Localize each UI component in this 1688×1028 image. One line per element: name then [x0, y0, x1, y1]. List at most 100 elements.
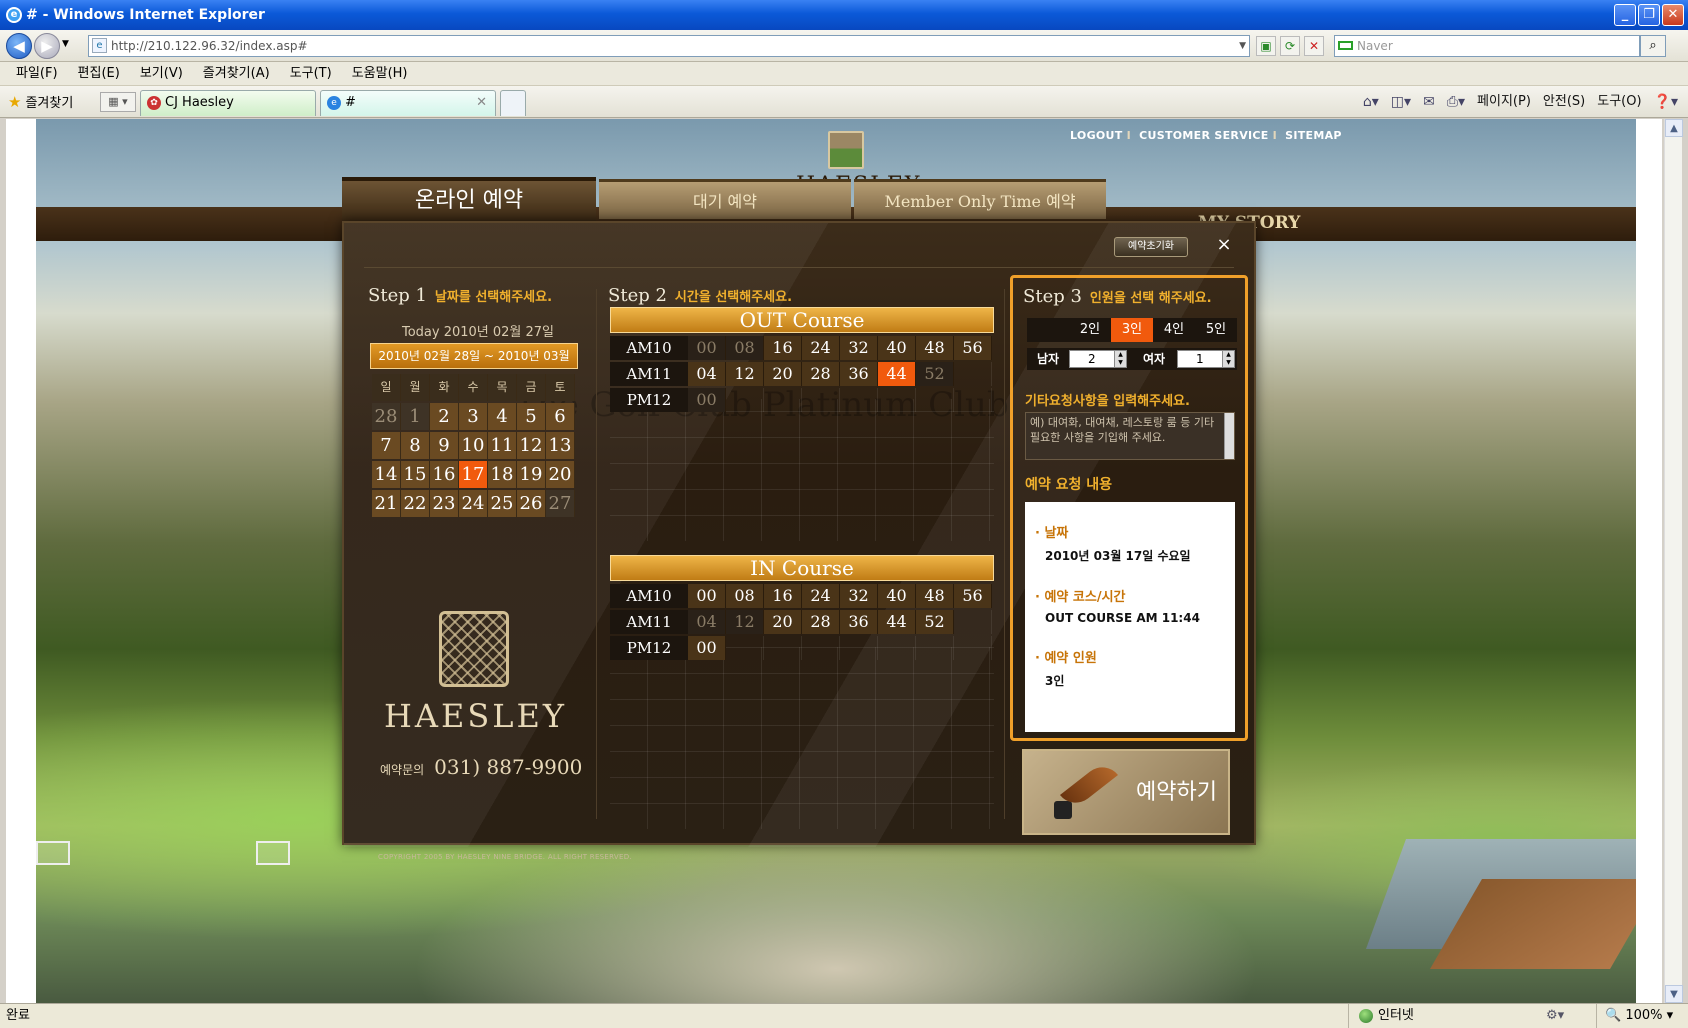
- menu-view[interactable]: 보기(V): [130, 62, 193, 85]
- back-button[interactable]: ◀: [6, 33, 32, 59]
- calendar-day[interactable]: 23: [430, 490, 459, 517]
- calendar-day[interactable]: 10: [459, 432, 488, 459]
- compat-view-icon[interactable]: ▣: [1256, 36, 1276, 56]
- tee-time-slot[interactable]: 48: [916, 584, 954, 608]
- calendar-day-selected[interactable]: 17: [459, 461, 488, 488]
- tee-time-slot[interactable]: 56: [954, 584, 992, 608]
- calendar-day[interactable]: 20: [546, 461, 575, 488]
- sitemap-link[interactable]: SITEMAP: [1285, 129, 1342, 142]
- party-size-option[interactable]: 2인: [1069, 318, 1111, 342]
- home-icon[interactable]: ⌂▾: [1363, 90, 1379, 114]
- calendar-day[interactable]: 6: [546, 403, 575, 430]
- spinner-arrows-icon[interactable]: ▲ ▼: [1222, 351, 1234, 367]
- tee-time-slot[interactable]: 28: [802, 362, 840, 386]
- zoom-level[interactable]: 🔍 100% ▾: [1596, 1004, 1673, 1028]
- calendar-day[interactable]: 24: [459, 490, 488, 517]
- safety-menu[interactable]: 안전(S): [1543, 90, 1585, 114]
- calendar-day[interactable]: 5: [517, 403, 546, 430]
- logout-link[interactable]: LOGOUT: [1070, 129, 1123, 142]
- textarea-scrollbar[interactable]: [1224, 413, 1234, 459]
- reset-booking-button[interactable]: 예약초기화: [1114, 237, 1188, 257]
- tab-member-only-booking[interactable]: Member Only Time 예약: [854, 179, 1106, 219]
- history-dropdown-icon[interactable]: ▼: [62, 39, 69, 49]
- tab-current[interactable]: e # ✕: [320, 90, 496, 116]
- tee-time-selected[interactable]: 44: [878, 362, 916, 386]
- scroll-up-icon[interactable]: ▲: [1665, 119, 1683, 137]
- search-button[interactable]: ⌕: [1640, 35, 1666, 57]
- vertical-scrollbar[interactable]: ▲ ▼: [1664, 119, 1683, 1003]
- menu-edit[interactable]: 편집(E): [68, 62, 130, 85]
- corner-thumbnail-icon[interactable]: [36, 841, 70, 865]
- request-textarea[interactable]: 예) 대여화, 대여채, 레스토랑 룸 등 기타 필요한 사항을 기입해 주세요…: [1025, 412, 1235, 460]
- close-tab-icon[interactable]: ✕: [476, 91, 487, 115]
- search-input[interactable]: Naver: [1334, 35, 1640, 57]
- url-input[interactable]: e http://210.122.96.32/index.asp# ▼: [88, 35, 1250, 57]
- tee-time-slot[interactable]: 24: [802, 336, 840, 360]
- page-menu[interactable]: 페이지(P): [1477, 90, 1531, 114]
- close-window-button[interactable]: ✕: [1662, 4, 1684, 26]
- spinner-arrows-icon[interactable]: ▲ ▼: [1114, 351, 1126, 367]
- tee-time-slot[interactable]: 08: [726, 584, 764, 608]
- favorites-button[interactable]: ★ 즐겨찾기: [8, 92, 73, 114]
- tab-online-booking[interactable]: 온라인 예약: [342, 177, 596, 221]
- tee-time-slot[interactable]: 16: [764, 584, 802, 608]
- forward-button[interactable]: ▶: [34, 33, 60, 59]
- menu-file[interactable]: 파일(F): [6, 62, 68, 85]
- tee-time-slot[interactable]: 40: [878, 336, 916, 360]
- tee-time-slot[interactable]: 16: [764, 336, 802, 360]
- party-size-option[interactable]: 4인: [1153, 318, 1195, 342]
- tee-time-slot[interactable]: 24: [802, 584, 840, 608]
- tee-time-slot[interactable]: 20: [764, 362, 802, 386]
- minimize-button[interactable]: _: [1614, 4, 1636, 26]
- tee-time-slot[interactable]: 40: [878, 584, 916, 608]
- tee-time-slot[interactable]: 36: [840, 362, 878, 386]
- calendar-day[interactable]: 16: [430, 461, 459, 488]
- tab-cj-haesley[interactable]: ✿ CJ Haesley: [140, 90, 316, 116]
- tee-time-slot[interactable]: 32: [840, 336, 878, 360]
- tee-time-slot[interactable]: 00: [688, 584, 726, 608]
- calendar-day[interactable]: 8: [401, 432, 430, 459]
- calendar-day[interactable]: 18: [488, 461, 517, 488]
- calendar-day[interactable]: 3: [459, 403, 488, 430]
- tee-time-slot[interactable]: 04: [688, 362, 726, 386]
- calendar-day[interactable]: 12: [517, 432, 546, 459]
- scroll-down-icon[interactable]: ▼: [1665, 985, 1683, 1003]
- menu-help[interactable]: 도움말(H): [342, 62, 418, 85]
- close-modal-icon[interactable]: ×: [1212, 233, 1236, 257]
- stop-icon[interactable]: ✕: [1304, 36, 1324, 56]
- protected-mode-icon[interactable]: ⚙▾: [1546, 1004, 1564, 1028]
- party-size-selected[interactable]: 3인: [1111, 318, 1153, 342]
- calendar-day[interactable]: 25: [488, 490, 517, 517]
- new-tab-button[interactable]: [500, 90, 526, 116]
- tee-time-slot[interactable]: 36: [840, 610, 878, 634]
- menu-favorites[interactable]: 즐겨찾기(A): [193, 62, 280, 85]
- quick-tabs-icon[interactable]: ▦ ▾: [100, 92, 136, 112]
- url-dropdown-icon[interactable]: ▼: [1239, 36, 1246, 56]
- tee-time-slot[interactable]: 32: [840, 584, 878, 608]
- calendar-day[interactable]: 11: [488, 432, 517, 459]
- male-count-spinner[interactable]: 2 ▲ ▼: [1069, 350, 1127, 368]
- print-icon[interactable]: ⎙▾: [1447, 90, 1465, 114]
- feeds-icon[interactable]: ◫▾: [1391, 90, 1411, 114]
- calendar-day[interactable]: 26: [517, 490, 546, 517]
- tab-waitlist-booking[interactable]: 대기 예약: [599, 179, 851, 219]
- calendar-day[interactable]: 13: [546, 432, 575, 459]
- tee-time-slot[interactable]: 48: [916, 336, 954, 360]
- menu-tools[interactable]: 도구(T): [280, 62, 342, 85]
- mail-icon[interactable]: ✉: [1423, 90, 1435, 114]
- calendar-day[interactable]: 2: [430, 403, 459, 430]
- tools-menu[interactable]: 도구(O): [1597, 90, 1641, 114]
- calendar-day[interactable]: 15: [401, 461, 430, 488]
- calendar-day[interactable]: 21: [372, 490, 401, 517]
- calendar-day[interactable]: 9: [430, 432, 459, 459]
- maximize-button[interactable]: ❐: [1638, 4, 1660, 26]
- tee-time-slot[interactable]: 12: [726, 362, 764, 386]
- calendar-day[interactable]: 4: [488, 403, 517, 430]
- book-button[interactable]: 예약하기: [1022, 749, 1230, 835]
- tee-time-slot[interactable]: 20: [764, 610, 802, 634]
- corner-thumbnail-icon[interactable]: [256, 841, 290, 865]
- calendar-day[interactable]: 14: [372, 461, 401, 488]
- tee-time-slot[interactable]: 00: [688, 636, 726, 660]
- calendar-day[interactable]: 22: [401, 490, 430, 517]
- tee-time-slot[interactable]: 56: [954, 336, 992, 360]
